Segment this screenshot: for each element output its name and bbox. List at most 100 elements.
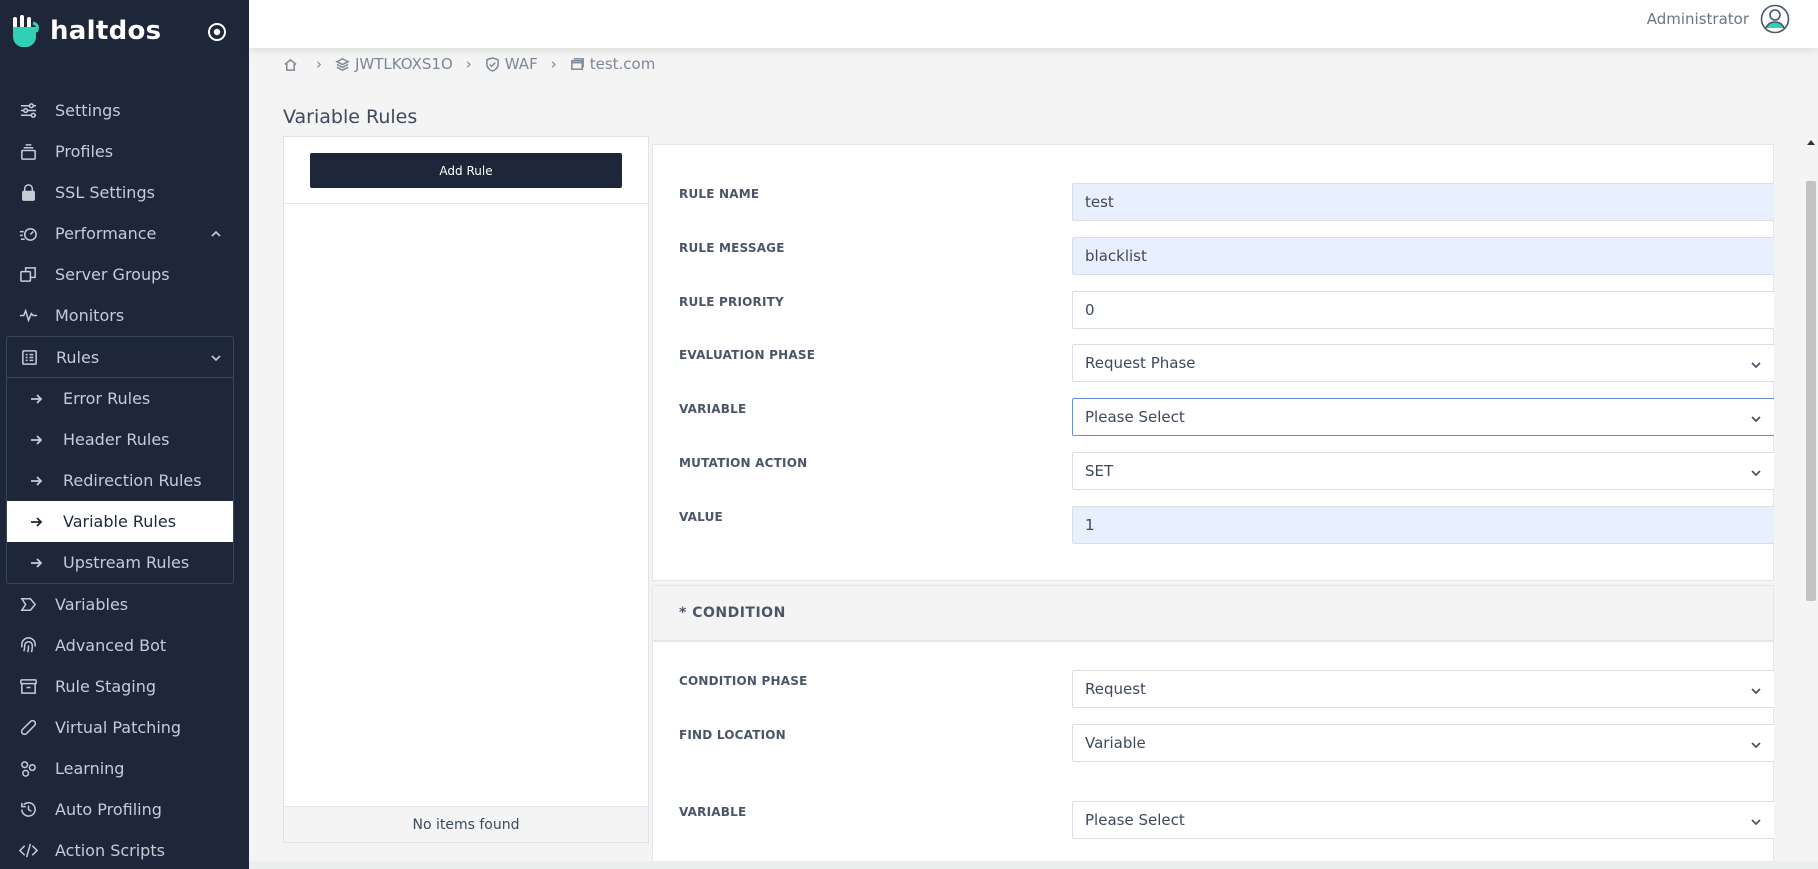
rule-message-label: RULE MESSAGE xyxy=(679,241,785,255)
home-icon xyxy=(284,58,297,71)
arrow-right-icon xyxy=(29,433,43,447)
condition-phase-value: Request xyxy=(1085,680,1146,698)
horizontal-scrollbar[interactable] xyxy=(249,861,1818,869)
sidebar-item-rules[interactable]: Rules xyxy=(7,337,233,378)
sidebar-item-label: Auto Profiling xyxy=(55,800,162,819)
rule-message-input[interactable]: blacklist xyxy=(1072,237,1774,275)
mutation-action-label: MUTATION ACTION xyxy=(679,456,808,470)
layers-icon xyxy=(18,142,38,162)
chevron-down-icon xyxy=(1750,411,1762,423)
rule-message-row: RULE MESSAGE blacklist xyxy=(679,237,1774,275)
sidebar-item-monitors[interactable]: Monitors xyxy=(0,295,249,336)
chevron-down-icon xyxy=(1750,465,1762,477)
rule-name-input[interactable]: test xyxy=(1072,183,1774,221)
breadcrumb-node[interactable]: JWTLKOXS1O xyxy=(335,55,453,73)
rules-group: Rules Error Rules Header Rules Redirecti… xyxy=(6,336,234,584)
breadcrumb-site-label: test.com xyxy=(589,55,656,73)
evaluation-phase-row: EVALUATION PHASE Request Phase xyxy=(679,344,1774,382)
sidebar-subitem-error-rules[interactable]: Error Rules xyxy=(7,378,233,419)
rule-priority-label: RULE PRIORITY xyxy=(679,295,784,309)
haltdos-logo-icon xyxy=(13,15,39,47)
sidebar-subitem-variable-rules[interactable]: Variable Rules xyxy=(7,501,233,542)
sidebar-item-label: Rule Staging xyxy=(55,677,157,696)
variable-select[interactable]: Please Select xyxy=(1072,398,1774,436)
mutation-action-row: MUTATION ACTION SET xyxy=(679,452,1774,490)
value-value: 1 xyxy=(1085,516,1095,534)
condition-variable-label: VARIABLE xyxy=(679,805,747,819)
sidebar: haltdos Settings Profiles SSL Settings P… xyxy=(0,0,249,869)
breadcrumb-waf[interactable]: WAF xyxy=(485,55,538,73)
scroll-thumb[interactable] xyxy=(1806,181,1816,601)
sidebar-item-label: Performance xyxy=(55,224,157,243)
rule-form-area: RULE NAME test RULE MESSAGE blacklist RU… xyxy=(652,136,1774,869)
sidebar-item-label: Settings xyxy=(55,101,121,120)
user-name[interactable]: Administrator xyxy=(1647,10,1749,28)
condition-variable-select[interactable]: Please Select xyxy=(1072,801,1774,839)
find-location-select[interactable]: Variable xyxy=(1072,724,1774,762)
rule-priority-value: 0 xyxy=(1085,301,1095,319)
tag-icon xyxy=(18,595,38,615)
brand-name: haltdos xyxy=(50,16,162,46)
mutation-action-select[interactable]: SET xyxy=(1072,452,1774,490)
sidebar-item-label: Virtual Patching xyxy=(55,718,182,737)
add-rule-button[interactable]: Add Rule xyxy=(310,153,622,188)
sidebar-item-advanced-bot[interactable]: Advanced Bot xyxy=(0,625,249,666)
nodes-icon xyxy=(18,759,38,779)
sidebar-subitem-label: Header Rules xyxy=(63,430,170,449)
sidebar-item-label: Rules xyxy=(56,347,100,367)
condition-variable-value: Please Select xyxy=(1085,811,1185,829)
history-icon xyxy=(18,800,38,820)
sidebar-item-server-groups[interactable]: Server Groups xyxy=(0,254,249,295)
sidebar-item-settings[interactable]: Settings xyxy=(0,90,249,131)
vertical-scrollbar[interactable] xyxy=(1804,136,1818,856)
rule-priority-input[interactable]: 0 xyxy=(1072,291,1774,329)
breadcrumb: › JWTLKOXS1O › WAF › test.com xyxy=(283,55,655,73)
condition-phase-label: CONDITION PHASE xyxy=(679,674,808,688)
rule-priority-row: RULE PRIORITY 0 xyxy=(679,291,1774,329)
breadcrumb-site[interactable]: test.com xyxy=(570,55,656,73)
variable-label: VARIABLE xyxy=(679,402,747,416)
find-location-row: FIND LOCATION Variable xyxy=(679,724,1774,762)
list-icon xyxy=(19,347,39,367)
sidebar-item-ssl-settings[interactable]: SSL Settings xyxy=(0,172,249,213)
sidebar-item-rule-staging[interactable]: Rule Staging xyxy=(0,666,249,707)
sidebar-item-action-scripts[interactable]: Action Scripts xyxy=(0,830,249,869)
sidebar-subitem-label: Variable Rules xyxy=(63,512,177,531)
sidebar-item-performance[interactable]: Performance xyxy=(0,213,249,254)
rule-form-card: RULE NAME test RULE MESSAGE blacklist RU… xyxy=(652,144,1774,581)
sidebar-subitem-redirection-rules[interactable]: Redirection Rules xyxy=(7,460,233,501)
sidebar-subitem-upstream-rules[interactable]: Upstream Rules xyxy=(7,542,233,583)
copy-icon xyxy=(18,265,38,285)
chevron-down-icon[interactable] xyxy=(209,350,223,364)
sidebar-subitem-header-rules[interactable]: Header Rules xyxy=(7,419,233,460)
user-avatar-icon[interactable] xyxy=(1760,4,1790,34)
sidebar-item-learning[interactable]: Learning xyxy=(0,748,249,789)
archive-icon xyxy=(18,677,38,697)
chevron-up-icon[interactable] xyxy=(209,226,223,240)
sidebar-item-profiles[interactable]: Profiles xyxy=(0,131,249,172)
breadcrumb-separator: › xyxy=(316,55,322,73)
shield-check-icon xyxy=(485,56,499,72)
condition-variable-row: VARIABLE Please Select xyxy=(679,801,1774,839)
sidebar-item-variables[interactable]: Variables xyxy=(0,584,249,625)
condition-phase-select[interactable]: Request xyxy=(1072,670,1774,708)
speed-icon xyxy=(18,224,38,244)
variable-value: Please Select xyxy=(1085,408,1185,426)
rules-list-panel: Add Rule No items found xyxy=(283,136,649,843)
chevron-down-icon xyxy=(1750,737,1762,749)
sidebar-item-virtual-patching[interactable]: Virtual Patching xyxy=(0,707,249,748)
sliders-icon xyxy=(18,101,38,121)
mutation-action-value: SET xyxy=(1085,462,1114,480)
variable-row: VARIABLE Please Select xyxy=(679,398,1774,436)
find-location-value: Variable xyxy=(1085,734,1146,752)
sidebar-item-label: SSL Settings xyxy=(55,183,155,202)
breadcrumb-home[interactable] xyxy=(283,57,303,72)
value-input[interactable]: 1 xyxy=(1072,506,1774,544)
rule-name-value: test xyxy=(1085,193,1114,211)
sidebar-item-auto-profiling[interactable]: Auto Profiling xyxy=(0,789,249,830)
condition-section-header: * CONDITION xyxy=(652,585,1774,641)
condition-card: CONDITION PHASE Request FIND LOCATION Va… xyxy=(652,641,1774,869)
scroll-up-arrow-icon[interactable] xyxy=(1807,140,1815,145)
sidebar-toggle-icon[interactable] xyxy=(206,21,228,43)
evaluation-phase-select[interactable]: Request Phase xyxy=(1072,344,1774,382)
